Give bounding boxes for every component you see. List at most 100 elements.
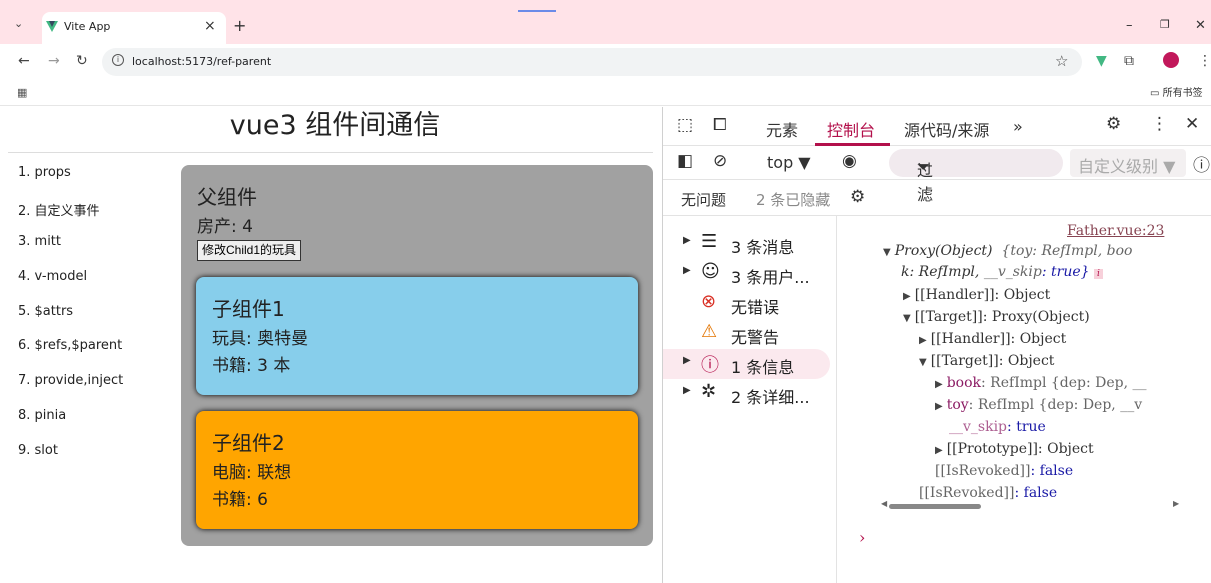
nav-link-custom-event[interactable]: 2. 自定义事件 [18, 200, 123, 235]
nav-link-v-model[interactable]: 4. v-model [18, 269, 123, 304]
sidebar-item-verbose[interactable]: ▶ ✲ 2 条详细... [663, 379, 830, 409]
console-prompt[interactable]: › [859, 528, 865, 547]
sidebar-item-label: 2 条详细... [731, 388, 810, 407]
filter-input[interactable]: ⏷ 过滤 [889, 149, 1063, 204]
inner-is-revoked-line: [[IsRevoked]]: false [935, 463, 1074, 479]
minimize-button[interactable]: – [1126, 18, 1133, 33]
url-text: localhost:5173/ref-parent [132, 55, 272, 68]
log-levels-label: 自定义级别 ▼ [1078, 157, 1176, 176]
info-badge-icon[interactable]: i [1094, 269, 1103, 279]
horizontal-scrollbar[interactable]: ◀ ▶ [881, 499, 1181, 510]
handler-line[interactable]: ▶ [[Handler]]: Object [903, 287, 1050, 303]
console-toolbar: ◧ ⊘ top ▼ ◉ ⏷ 过滤 自定义级别 ▼ ⓘ [663, 146, 1211, 204]
nav-link-refs-parent[interactable]: 6. $refs,$parent [18, 338, 123, 373]
vue-devtools-extension-icon[interactable]: ▼ [1096, 53, 1107, 69]
target-proxy-line[interactable]: ▼ [[Target]]: Proxy(Object) [903, 309, 1090, 325]
sidebar-item-errors[interactable]: ⊗ 无错误 [663, 289, 830, 319]
bug-icon: ✲ [701, 381, 717, 402]
all-bookmarks-folder[interactable]: ▭ 所有书签 [1150, 84, 1203, 99]
maximize-button[interactable]: ❐ [1160, 18, 1170, 31]
context-selector[interactable]: top ▼ [767, 153, 811, 172]
close-window-button[interactable]: ✕ [1195, 18, 1206, 33]
tab-elements[interactable]: 元素 [766, 117, 798, 141]
toy-property-line[interactable]: ▶ toy: RefImpl {dep: Dep, __v [935, 397, 1142, 413]
tab-sources[interactable]: 源代码/来源 [904, 117, 989, 141]
address-bar[interactable]: i localhost:5173/ref-parent [102, 48, 1082, 76]
child2-component: 子组件2 电脑: 联想 书籍: 6 [196, 411, 638, 529]
tab-close-icon[interactable]: × [204, 18, 216, 34]
nav-link-provide-inject[interactable]: 7. provide,inject [18, 373, 123, 408]
nav-link-pinia[interactable]: 8. pinia [18, 408, 123, 443]
settings-gear-icon[interactable]: ⚙ [1106, 114, 1121, 134]
issues-bar: 无问题 2 条已隐藏 ⚙ [663, 180, 1211, 216]
list-icon: ☰ [701, 231, 718, 252]
devtools-panel: ⬚ ⧠ 元素 控制台 源代码/来源 » ⚙ ⋮ ✕ ◧ ⊘ top ▼ ◉ ⏷ … [662, 107, 1211, 583]
change-child1-toy-button[interactable]: 修改Child1的玩具 [197, 240, 302, 261]
collapsed-triangle-icon: ▶ [935, 379, 943, 390]
sidebar-item-messages[interactable]: ▶ ☰ 3 条消息 [663, 229, 830, 259]
nav-link-slot[interactable]: 9. slot [18, 443, 123, 478]
inspect-element-icon[interactable]: ⬚ [677, 115, 693, 135]
extensions-icon[interactable]: ⧉ [1124, 53, 1134, 69]
console-settings-gear-icon[interactable]: ⚙ [850, 187, 865, 207]
child2-book: 书籍: 6 [212, 490, 268, 510]
clear-console-icon[interactable]: ⊘ [713, 151, 727, 171]
browser-tab[interactable]: Vite App × [42, 12, 226, 44]
reload-icon[interactable]: ↻ [76, 53, 88, 69]
proxy-object-line-wrap: k: RefImpl, __v_skip: true} i [901, 264, 1103, 280]
father-house: 房产: 4 [197, 217, 253, 237]
expand-arrow-icon: ▶ [683, 355, 691, 366]
sidebar-item-user-messages[interactable]: ▶ ☺ 3 条用户... [663, 259, 830, 289]
no-issues-text[interactable]: 无问题 [681, 189, 726, 210]
prototype-line[interactable]: ▶ [[Prototype]]: Object [935, 441, 1094, 457]
book-property-line[interactable]: ▶ book: RefImpl {dep: Dep, __ [935, 375, 1147, 391]
is-revoked-line: [[IsRevoked]]: false [919, 485, 1058, 501]
info-icon: ⓘ [701, 355, 719, 376]
v-skip-property-line: __v_skip: true [949, 419, 1046, 435]
nav-link-attrs[interactable]: 5. $attrs [18, 304, 123, 339]
father-heading: 父组件 [197, 185, 257, 209]
devtools-menu-dots-icon[interactable]: ⋮ [1151, 114, 1168, 134]
profile-avatar[interactable] [1163, 52, 1179, 68]
child1-toy: 玩具: 奥特曼 [212, 329, 309, 349]
log-levels-dropdown[interactable]: 自定义级别 ▼ [1070, 149, 1186, 177]
menu-dots-icon[interactable]: ⋮ [1198, 53, 1211, 69]
scroll-left-arrow-icon[interactable]: ◀ [881, 499, 887, 508]
inner-handler-line[interactable]: ▶ [[Handler]]: Object [919, 331, 1066, 347]
console-output: Father.vue:23 ▼ Proxy(Object) {toy: RefIm… [837, 216, 1211, 583]
source-link[interactable]: Father.vue:23 [1067, 223, 1164, 239]
more-tabs-chevron-icon[interactable]: » [1013, 117, 1023, 136]
sidebar-item-label: 1 条信息 [731, 358, 795, 377]
sidebar-toggle-icon[interactable]: ◧ [677, 151, 693, 171]
expand-arrow-icon: ▶ [683, 385, 691, 396]
devtools-close-icon[interactable]: ✕ [1185, 114, 1199, 134]
new-tab-button[interactable]: + [233, 16, 246, 35]
proxy-object-line[interactable]: ▼ Proxy(Object) {toy: RefImpl, boo [883, 243, 1132, 259]
child1-component: 子组件1 玩具: 奥特曼 书籍: 3 本 [196, 277, 638, 395]
child1-book: 书籍: 3 本 [212, 356, 291, 376]
window-drag-accent [518, 10, 556, 12]
site-info-icon[interactable]: i [112, 54, 124, 66]
hidden-count-text: 2 条已隐藏 [756, 191, 831, 209]
forward-arrow-icon[interactable]: → [48, 53, 60, 69]
bookmark-star-icon[interactable]: ☆ [1055, 52, 1068, 70]
sidebar-item-label: 无警告 [731, 328, 780, 347]
info-icon[interactable]: ⓘ [1193, 151, 1210, 176]
back-arrow-icon[interactable]: ← [18, 53, 30, 69]
nav-link-mitt[interactable]: 3. mitt [18, 234, 123, 269]
nav-link-props[interactable]: 1. props [18, 165, 123, 200]
scroll-right-arrow-icon[interactable]: ▶ [1173, 499, 1179, 508]
collapsed-triangle-icon: ▶ [919, 335, 927, 346]
device-toolbar-icon[interactable]: ⧠ [713, 115, 727, 135]
tab-search-chevron-icon[interactable]: ⌄ [14, 17, 23, 30]
scrollbar-thumb[interactable] [889, 504, 981, 509]
tab-console[interactable]: 控制台 [827, 117, 875, 141]
inner-target-line[interactable]: ▼ [[Target]]: Object [919, 353, 1054, 369]
title-divider [8, 152, 653, 153]
sidebar-item-warnings[interactable]: ⚠ 无警告 [663, 319, 830, 349]
bookmarks-bar [0, 80, 1211, 106]
sidebar-item-info[interactable]: ▶ ⓘ 1 条信息 [663, 349, 830, 379]
expand-arrow-icon: ▶ [683, 265, 691, 276]
apps-grid-icon[interactable]: ▦ [17, 86, 27, 99]
live-expression-eye-icon[interactable]: ◉ [842, 151, 857, 171]
